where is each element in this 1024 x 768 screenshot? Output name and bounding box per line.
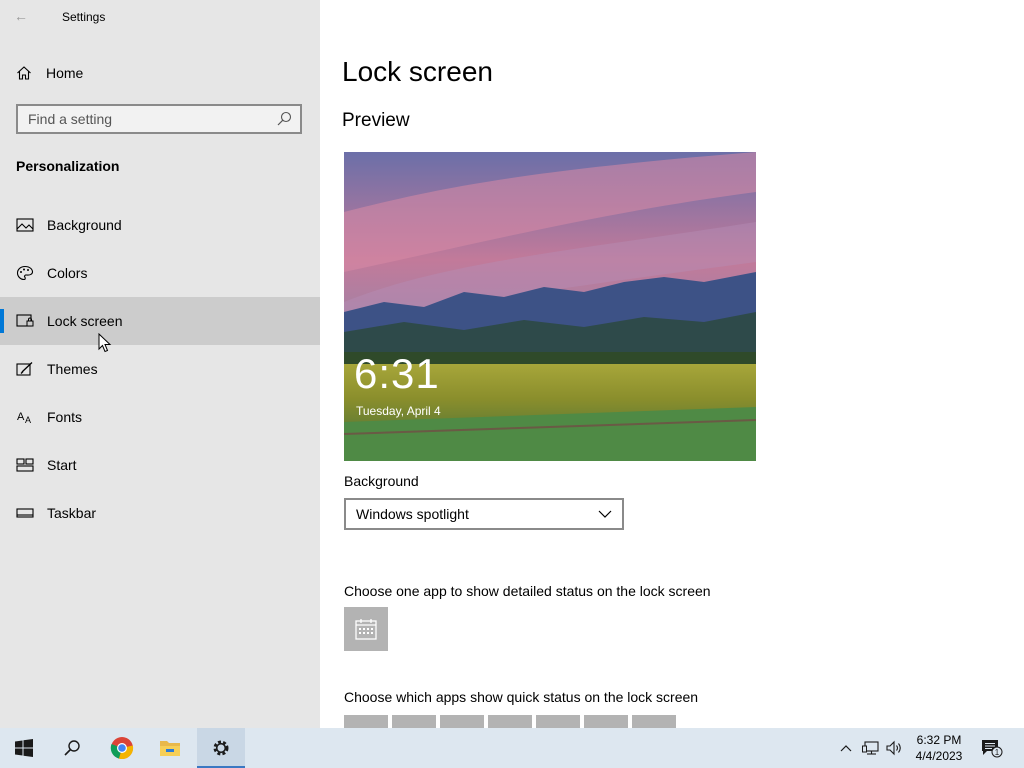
mouse-cursor-icon — [98, 333, 112, 353]
speaker-icon — [886, 740, 901, 756]
palette-icon — [16, 265, 34, 281]
back-arrow-icon[interactable]: ← — [14, 8, 32, 26]
network-button[interactable] — [860, 728, 882, 768]
lock-screen-preview: 6:31 Tuesday, April 4 — [344, 152, 756, 461]
calendar-icon — [355, 619, 377, 640]
sidebar-item-label: Themes — [47, 361, 98, 377]
sidebar-item-label: Lock screen — [47, 313, 123, 329]
settings-content: Lock screen Preview 6:31 Tuesday, April … — [320, 0, 1024, 728]
quick-status-app-button[interactable] — [440, 715, 484, 728]
home-nav[interactable]: Home — [16, 62, 83, 84]
brush-icon — [16, 362, 33, 376]
start-button[interactable] — [0, 728, 48, 768]
quick-status-app-button[interactable] — [344, 715, 388, 728]
search-icon[interactable] — [274, 109, 294, 129]
sidebar-item-background[interactable]: Background — [0, 201, 320, 249]
fonts-icon: A A — [17, 411, 31, 425]
quick-status-app-button[interactable] — [632, 715, 676, 728]
picture-icon — [16, 218, 34, 232]
notification-badge: 1 — [995, 748, 1000, 757]
search-icon — [64, 740, 80, 756]
app-title: Settings — [62, 10, 106, 24]
search-input[interactable] — [18, 111, 274, 127]
taskbar: 6:32 PM 4/4/2023 1 — [0, 728, 1024, 768]
chevron-up-icon — [840, 745, 852, 752]
volume-button[interactable] — [884, 728, 906, 768]
home-label: Home — [46, 65, 84, 81]
svg-text:A: A — [17, 411, 25, 423]
taskbar-chrome-button[interactable] — [98, 728, 146, 768]
lock-screen-icon — [16, 314, 34, 327]
taskbar-settings-button[interactable] — [197, 728, 245, 768]
network-icon — [862, 741, 879, 755]
quick-status-app-button[interactable] — [488, 715, 532, 728]
detailed-status-label: Choose one app to show detailed status o… — [344, 583, 711, 599]
detailed-status-app-button[interactable] — [344, 607, 388, 651]
clock-button[interactable]: 6:32 PM 4/4/2023 — [908, 732, 970, 764]
quick-status-app-button[interactable] — [392, 715, 436, 728]
notification-center-button[interactable]: 1 — [980, 728, 1004, 768]
sidebar-item-label: Start — [47, 457, 77, 473]
home-icon — [17, 66, 31, 80]
sidebar-item-colors[interactable]: Colors — [0, 249, 320, 297]
sidebar-item-label: Colors — [47, 265, 88, 281]
background-label: Background — [344, 473, 419, 489]
chrome-icon — [110, 737, 134, 760]
quick-status-app-button[interactable] — [584, 715, 628, 728]
quick-status-app-button[interactable] — [536, 715, 580, 728]
preview-heading: Preview — [342, 110, 410, 131]
quick-status-label: Choose which apps show quick status on t… — [344, 689, 699, 705]
settings-sidebar: ← Settings Home Personalization Backgrou… — [0, 0, 320, 728]
notification-icon: 1 — [982, 740, 1003, 758]
show-hidden-icons-button[interactable] — [836, 728, 856, 768]
sidebar-item-start[interactable]: Start — [0, 441, 320, 489]
taskbar-icon — [16, 508, 34, 518]
sidebar-item-label: Background — [47, 217, 122, 233]
start-icon — [16, 458, 34, 472]
clock-time: 6:32 PM — [916, 733, 962, 747]
sidebar-item-label: Taskbar — [47, 505, 97, 521]
page-title: Lock screen — [342, 56, 493, 87]
sidebar-item-fonts[interactable]: A A Fonts — [0, 393, 320, 441]
windows-logo-icon — [15, 739, 33, 757]
svg-text:A: A — [25, 415, 31, 425]
section-title: Personalization — [16, 158, 120, 174]
search-box[interactable] — [16, 104, 302, 134]
sidebar-item-themes[interactable]: Themes — [0, 345, 320, 393]
sidebar-item-lock-screen[interactable]: Lock screen — [0, 297, 320, 345]
background-dropdown-value: Windows spotlight — [356, 506, 469, 522]
sidebar-item-taskbar[interactable]: Taskbar — [0, 489, 320, 537]
sidebar-item-label: Fonts — [47, 409, 83, 425]
preview-date: Tuesday, April 4 — [356, 404, 441, 418]
active-indicator — [0, 309, 4, 333]
clock-date: 4/4/2023 — [915, 749, 963, 763]
background-dropdown[interactable]: Windows spotlight — [344, 498, 624, 530]
taskbar-file-explorer-button[interactable] — [146, 728, 194, 768]
quick-status-app-row — [344, 715, 680, 728]
taskbar-search-button[interactable] — [48, 728, 96, 768]
file-explorer-icon — [160, 741, 180, 756]
settings-icon — [213, 740, 229, 756]
preview-clock: 6:31 — [354, 350, 440, 397]
chevron-down-icon — [598, 510, 612, 518]
